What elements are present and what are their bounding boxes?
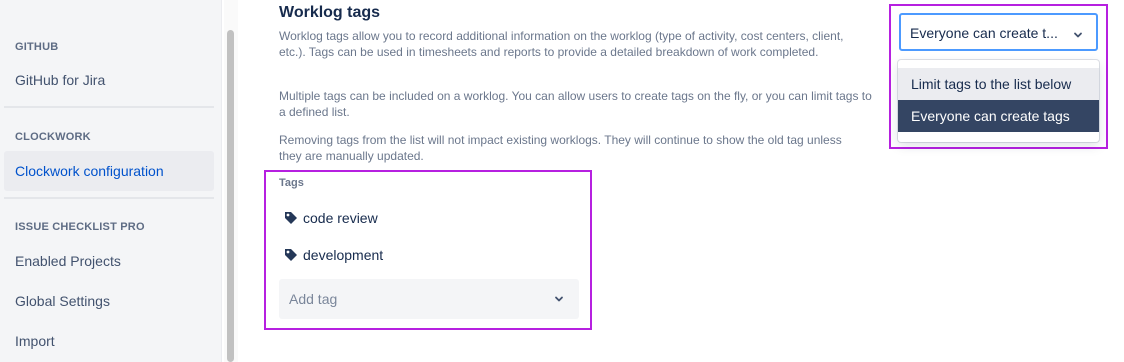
- sidebar-divider: [4, 106, 214, 108]
- sidebar-scrollbar-thumb[interactable]: [227, 30, 234, 362]
- tag-item[interactable]: code review: [284, 210, 378, 226]
- description-paragraph: Worklog tags allow you to record additio…: [279, 29, 844, 59]
- sidebar-item-global-settings[interactable]: Global Settings: [15, 293, 110, 309]
- tag-mode-select-value: Everyone can create t...: [910, 25, 1058, 41]
- description-paragraph: Multiple tags can be included on a workl…: [279, 89, 872, 119]
- chevron-down-icon: [1074, 32, 1082, 38]
- add-tag-select[interactable]: Add tag: [279, 279, 579, 319]
- option-limit-tags[interactable]: Limit tags to the list below: [898, 68, 1099, 100]
- sidebar: GITHUB GitHub for Jira CLOCKWORK Clockwo…: [0, 0, 222, 362]
- tag-label: development: [303, 247, 384, 263]
- option-everyone-can-create[interactable]: Everyone can create tags: [898, 100, 1099, 132]
- tag-icon: [285, 212, 297, 224]
- tag-mode-dropdown-menu: Limit tags to the list below Everyone ca…: [898, 60, 1099, 142]
- tag-item[interactable]: development: [284, 247, 383, 263]
- sidebar-item-github-for-jira[interactable]: GitHub for Jira: [15, 72, 105, 88]
- sidebar-item-enabled-projects[interactable]: Enabled Projects: [15, 253, 121, 269]
- sidebar-section-issue-checklist-pro: ISSUE CHECKLIST PRO: [15, 221, 145, 233]
- add-tag-placeholder: Add tag: [289, 291, 338, 307]
- page-section-title: Worklog tags: [279, 4, 381, 21]
- tags-label: Tags: [279, 177, 304, 189]
- sidebar-item-import[interactable]: Import: [15, 333, 55, 349]
- sidebar-divider: [4, 197, 214, 199]
- sidebar-item-clockwork-configuration[interactable]: Clockwork configuration: [4, 151, 214, 191]
- tag-mode-select[interactable]: Everyone can create t...: [899, 13, 1098, 51]
- chevron-down-icon: [555, 296, 563, 302]
- sidebar-section-clockwork: CLOCKWORK: [15, 131, 91, 143]
- sidebar-section-github: GITHUB: [15, 41, 59, 53]
- description-paragraph: Removing tags from the list will not imp…: [279, 133, 842, 163]
- tag-icon: [285, 249, 297, 261]
- tag-label: code review: [303, 210, 378, 226]
